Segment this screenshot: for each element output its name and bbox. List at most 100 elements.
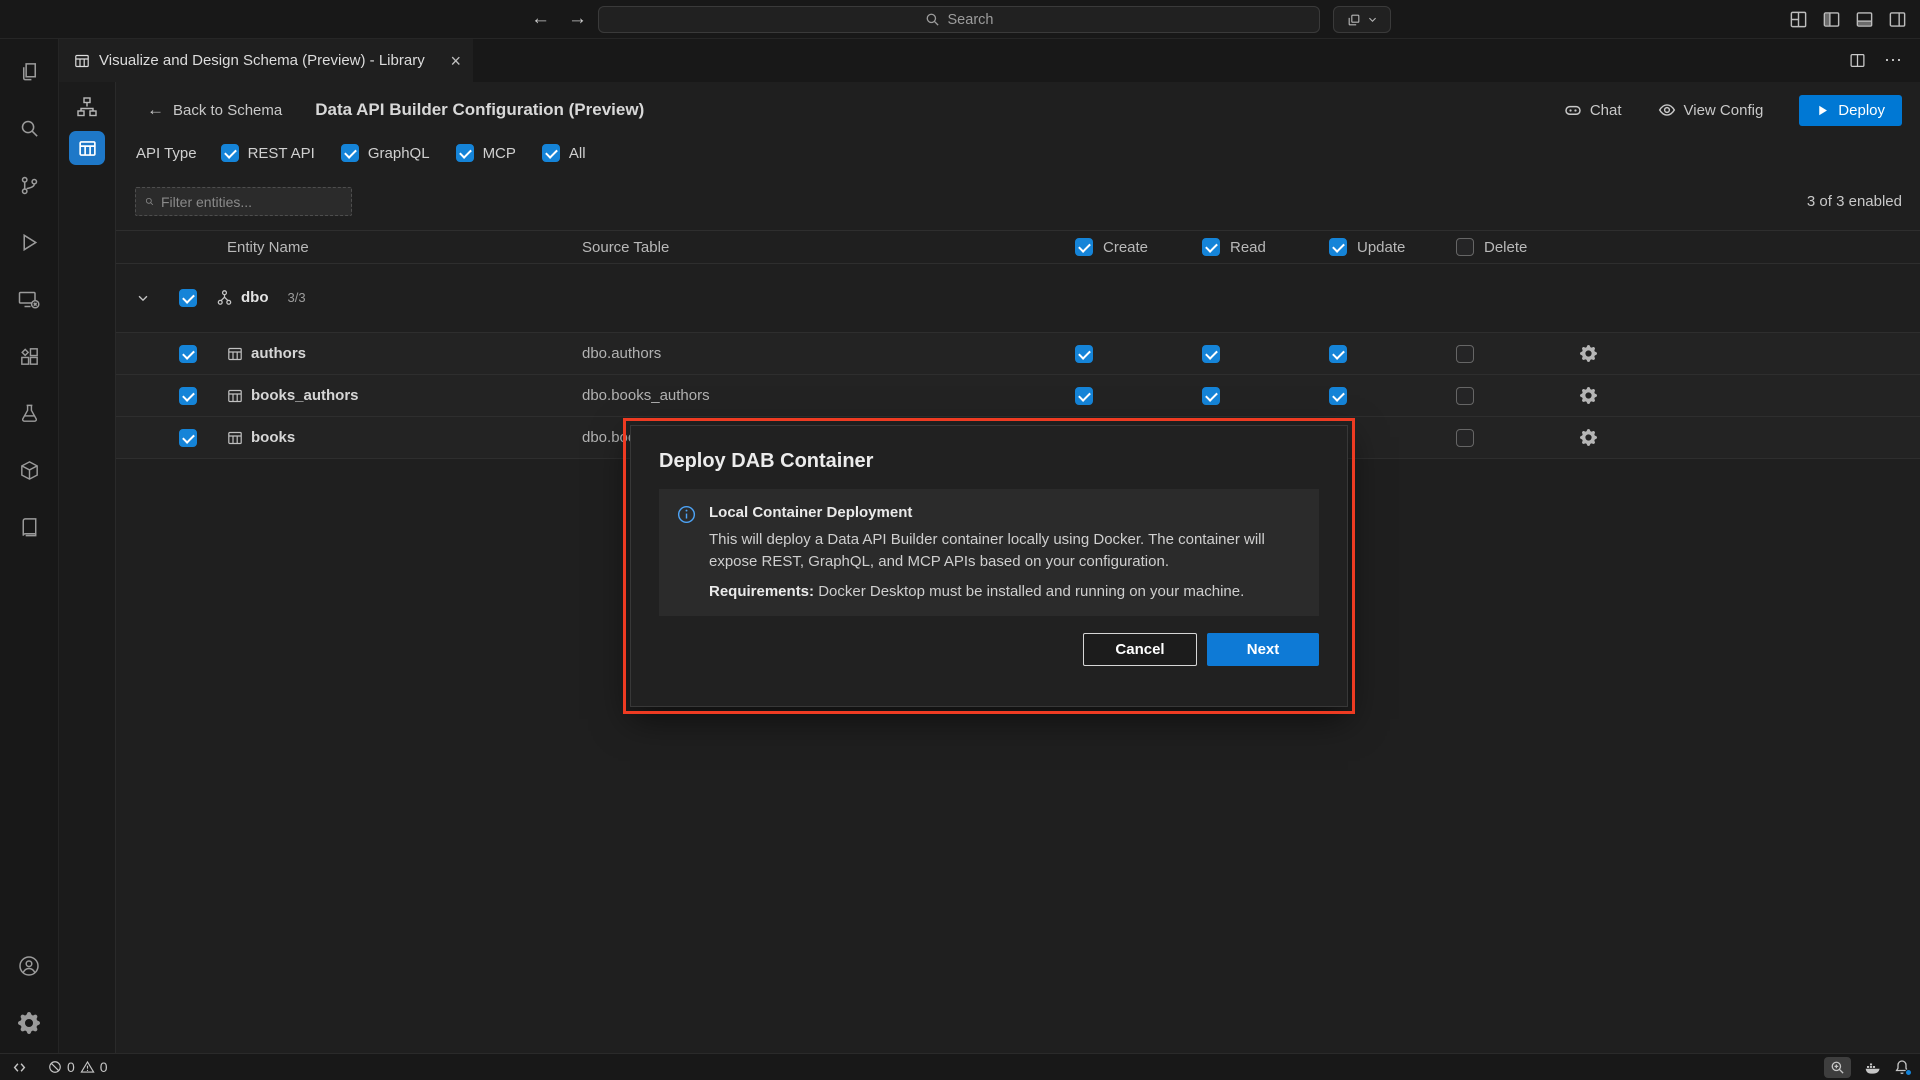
requirements-label: Requirements: (709, 583, 814, 600)
col-delete: Delete (1443, 238, 1570, 256)
layout-grid-icon[interactable] (1789, 10, 1808, 29)
col-update: Update (1316, 238, 1443, 256)
cancel-button[interactable]: Cancel (1083, 633, 1197, 666)
back-to-schema-link[interactable]: ← Back to Schema (147, 100, 282, 120)
error-icon (48, 1060, 62, 1074)
delete-checkbox[interactable] (1456, 387, 1474, 405)
schema-hierarchy-icon[interactable] (76, 96, 98, 118)
mcp-label: MCP (483, 145, 516, 162)
testing-beaker-icon[interactable] (5, 385, 53, 442)
row-checkbox[interactable] (179, 429, 197, 447)
entity-settings-gear-icon[interactable] (1580, 429, 1597, 446)
table-icon (227, 430, 243, 446)
mcp-checkbox[interactable] (456, 144, 474, 162)
notifications-bell-icon[interactable] (1894, 1059, 1910, 1075)
update-checkbox[interactable] (1329, 345, 1347, 363)
filter-search-icon (145, 195, 154, 208)
api-option-rest[interactable]: REST API (221, 144, 315, 162)
read-checkbox[interactable] (1202, 387, 1220, 405)
page-title: Data API Builder Configuration (Preview) (315, 100, 644, 120)
table-row: authors dbo.authors (116, 333, 1920, 375)
graphql-checkbox[interactable] (341, 144, 359, 162)
run-debug-icon[interactable] (5, 214, 53, 271)
read-all-checkbox[interactable] (1202, 238, 1220, 256)
entity-filter-input[interactable] (161, 194, 342, 210)
view-config-button[interactable]: View Config (1658, 101, 1764, 119)
group-checkbox[interactable] (179, 289, 197, 307)
statusbar-right (1824, 1057, 1910, 1078)
info-body: This will deploy a Data API Builder cont… (709, 529, 1301, 573)
info-content: Local Container Deployment This will dep… (709, 504, 1301, 600)
split-editor-icon[interactable] (1849, 52, 1866, 69)
notification-badge (1905, 1069, 1912, 1076)
api-option-mcp[interactable]: MCP (456, 144, 516, 162)
next-button[interactable]: Next (1207, 633, 1319, 666)
play-icon (1816, 104, 1829, 117)
entity-settings-gear-icon[interactable] (1580, 387, 1597, 404)
nav-forward-icon[interactable]: → (568, 8, 587, 30)
docker-icon[interactable] (1864, 1059, 1881, 1076)
col-create: Create (1062, 238, 1189, 256)
package-cube-icon[interactable] (5, 442, 53, 499)
entity-settings-gear-icon[interactable] (1580, 345, 1597, 362)
toggle-panel-bottom-icon[interactable] (1855, 10, 1874, 29)
group-name: dbo (241, 289, 269, 306)
tab-bar: Visualize and Design Schema (Preview) - … (59, 39, 1920, 82)
deploy-button[interactable]: Deploy (1799, 95, 1902, 126)
all-checkbox[interactable] (542, 144, 560, 162)
update-all-checkbox[interactable] (1329, 238, 1347, 256)
deploy-dab-modal: Deploy DAB Container Local Container Dep… (630, 425, 1348, 707)
explorer-icon[interactable] (5, 43, 53, 100)
notebook-icon[interactable] (5, 499, 53, 556)
entity-name: books_authors (251, 387, 359, 404)
extensions-icon[interactable] (5, 328, 53, 385)
titlebar: ← → Search (0, 0, 1920, 39)
modal-title: Deploy DAB Container (659, 450, 1319, 473)
tab-close-icon[interactable]: × (450, 52, 461, 70)
row-checkbox[interactable] (179, 345, 197, 363)
table-icon (227, 346, 243, 362)
toggle-sidebar-left-icon[interactable] (1822, 10, 1841, 29)
update-checkbox[interactable] (1329, 387, 1347, 405)
rest-api-label: REST API (248, 145, 315, 162)
rest-api-checkbox[interactable] (221, 144, 239, 162)
tab-visualize-schema[interactable]: Visualize and Design Schema (Preview) - … (59, 39, 473, 82)
problems-indicator[interactable]: 0 0 (48, 1059, 108, 1075)
create-checkbox[interactable] (1075, 387, 1093, 405)
nav-back-icon[interactable]: ← (531, 8, 550, 30)
more-actions-icon[interactable]: ⋯ (1884, 50, 1903, 71)
entity-filter[interactable] (135, 187, 352, 216)
settings-gear-icon[interactable] (5, 994, 53, 1051)
search-sidebar-icon[interactable] (5, 100, 53, 157)
account-icon[interactable] (5, 937, 53, 994)
table-row: books_authors dbo.books_authors (116, 375, 1920, 417)
create-all-checkbox[interactable] (1075, 238, 1093, 256)
eye-icon (1658, 101, 1676, 119)
read-label: Read (1230, 239, 1266, 256)
group-expander[interactable] (116, 291, 172, 305)
delete-all-checkbox[interactable] (1456, 238, 1474, 256)
group-count: 3/3 (288, 290, 306, 305)
zoom-indicator[interactable] (1824, 1057, 1851, 1078)
window-restore-icon (1347, 13, 1361, 27)
delete-checkbox[interactable] (1456, 345, 1474, 363)
chat-button[interactable]: Chat (1564, 101, 1622, 119)
api-option-graphql[interactable]: GraphQL (341, 144, 430, 162)
delete-checkbox[interactable] (1456, 429, 1474, 447)
info-icon (677, 505, 696, 600)
row-checkbox[interactable] (179, 387, 197, 405)
search-options-dropdown[interactable] (1333, 6, 1391, 33)
create-checkbox[interactable] (1075, 345, 1093, 363)
source-control-icon[interactable] (5, 157, 53, 214)
api-type-filter-row: API Type REST API GraphQL MCP (116, 136, 1920, 170)
error-count: 0 (67, 1059, 75, 1075)
search-placeholder: Search (948, 12, 994, 28)
remote-explorer-icon[interactable] (5, 271, 53, 328)
search-icon (925, 12, 940, 27)
dab-config-view-icon[interactable] (69, 131, 105, 165)
read-checkbox[interactable] (1202, 345, 1220, 363)
toggle-sidebar-right-icon[interactable] (1888, 10, 1907, 29)
api-option-all[interactable]: All (542, 144, 586, 162)
command-center-search[interactable]: Search (598, 6, 1320, 33)
remote-indicator-icon[interactable] (12, 1060, 27, 1075)
